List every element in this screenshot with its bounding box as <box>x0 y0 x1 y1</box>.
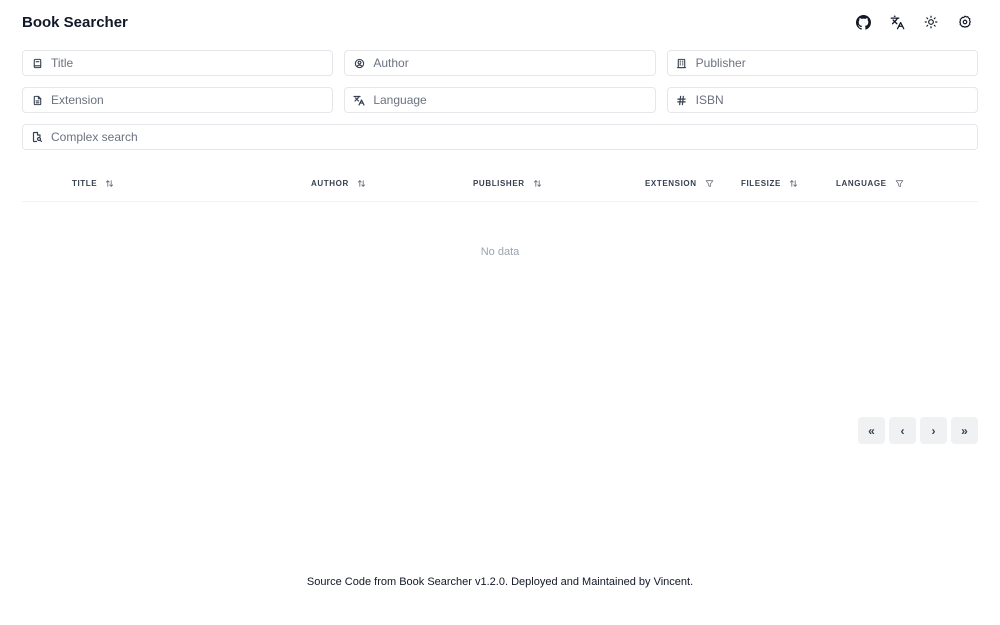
search-row-2 <box>22 87 978 113</box>
filter-icon[interactable] <box>895 179 904 188</box>
title-field[interactable] <box>22 50 334 76</box>
sort-icon[interactable] <box>533 179 542 188</box>
table-header: TITLE AUTHOR PUBLISHER EXTENSION FILESIZ… <box>22 171 978 202</box>
github-button[interactable] <box>850 9 876 35</box>
sun-icon <box>924 15 938 29</box>
app-title: Book Searcher <box>22 13 128 31</box>
complex-search-field[interactable] <box>22 124 978 150</box>
github-icon <box>855 14 871 30</box>
column-label: FILESIZE <box>741 178 781 188</box>
footer-text: Source Code from Book Searcher v1.2.0. D… <box>306 576 694 588</box>
sort-icon[interactable] <box>357 179 366 188</box>
user-circle-icon <box>353 57 365 69</box>
settings-icon <box>959 15 971 28</box>
translate-icon <box>353 94 365 106</box>
extension-input[interactable] <box>51 93 333 107</box>
isbn-field[interactable] <box>666 87 978 113</box>
settings-button[interactable] <box>952 9 978 35</box>
filter-icon[interactable] <box>705 179 714 188</box>
author-input[interactable] <box>373 56 655 70</box>
title-input[interactable] <box>51 56 333 70</box>
search-row-3 <box>22 124 978 150</box>
sort-icon[interactable] <box>105 179 114 188</box>
empty-state: No data <box>480 246 520 258</box>
column-extension: EXTENSION <box>645 171 714 195</box>
extension-field[interactable] <box>22 87 334 113</box>
column-filesize: FILESIZE <box>741 171 798 195</box>
column-label: LANGUAGE <box>836 178 887 188</box>
pagination: « ‹ › » <box>858 417 978 444</box>
hash-icon <box>676 94 688 106</box>
first-page-button[interactable]: « <box>858 417 885 444</box>
last-page-button[interactable]: » <box>951 417 978 444</box>
search-form <box>22 50 978 161</box>
column-label: TITLE <box>72 178 98 188</box>
sort-icon[interactable] <box>789 179 798 188</box>
column-label: AUTHOR <box>311 178 349 188</box>
header-actions <box>850 9 978 35</box>
publisher-field[interactable] <box>666 50 978 76</box>
column-title: TITLE <box>72 171 114 195</box>
publisher-input[interactable] <box>695 56 977 70</box>
isbn-input[interactable] <box>695 93 977 107</box>
column-language: LANGUAGE <box>836 171 904 195</box>
column-label: PUBLISHER <box>473 178 525 188</box>
translate-icon <box>890 15 904 29</box>
theme-toggle-button[interactable] <box>918 9 944 35</box>
page: Book Searcher Title Author Publisher Ext… <box>0 0 1000 625</box>
building-icon <box>676 57 688 69</box>
complex-search-input[interactable] <box>51 130 977 144</box>
author-field[interactable] <box>344 50 656 76</box>
next-page-button[interactable]: › <box>920 417 947 444</box>
file-search-icon <box>31 131 43 143</box>
previous-page-button[interactable]: ‹ <box>889 417 916 444</box>
language-switch-button[interactable] <box>884 9 910 35</box>
column-label: EXTENSION <box>645 178 697 188</box>
book-icon <box>31 57 43 69</box>
header: Book Searcher <box>22 8 978 36</box>
column-author: AUTHOR <box>311 171 366 195</box>
column-publisher: PUBLISHER <box>473 171 542 195</box>
language-input[interactable] <box>373 93 655 107</box>
language-field[interactable] <box>344 87 656 113</box>
file-icon <box>31 94 43 106</box>
search-row-1 <box>22 50 978 76</box>
